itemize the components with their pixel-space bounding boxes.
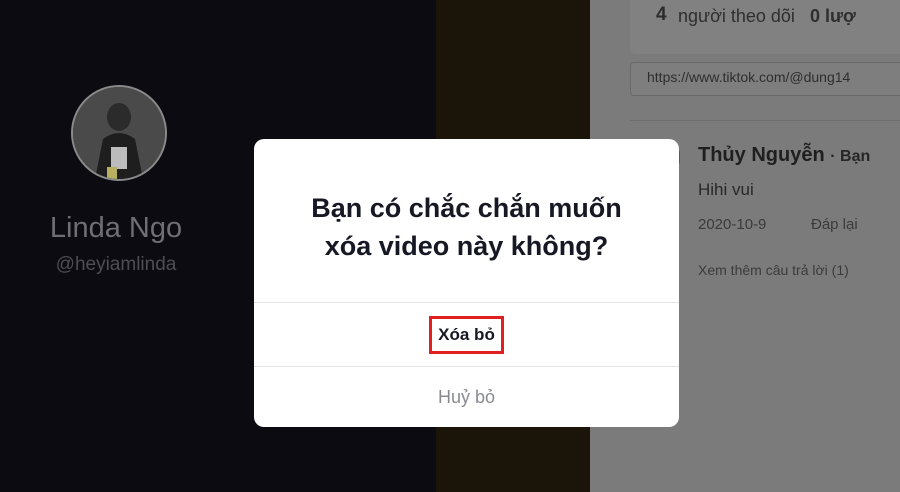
profile-name: Linda Ngo [49, 212, 183, 244]
dialog-title-line1: Bạn có chắc chắn muốn [311, 193, 622, 223]
avatar-image [73, 87, 165, 179]
delete-button[interactable]: Xóa bỏ [254, 303, 679, 366]
comment-author-suffix: · Bạn [830, 148, 871, 165]
cancel-button[interactable]: Huỷ bỏ [254, 367, 679, 427]
followers-count: 4 [656, 4, 667, 25]
followers-label: người theo dõi 0 lượ [678, 6, 856, 26]
dialog-title-line2: xóa video này không? [324, 231, 609, 261]
view-more-replies-link[interactable]: Xem thêm câu trả lời (1) [698, 262, 849, 278]
profile-handle: @heyiamlinda [55, 254, 177, 275]
avatar[interactable] [71, 85, 167, 181]
delete-button-label: Xóa bỏ [429, 315, 504, 354]
share-url-text: https://www.tiktok.com/@dung14 [647, 69, 851, 85]
likes-count: 0 lượ [809, 6, 856, 26]
reply-button[interactable]: Đáp lại [811, 216, 858, 233]
delete-confirm-dialog: Bạn có chắc chắn muốn xóa video này khôn… [254, 139, 679, 427]
comment-date: 2020-10-9 [698, 216, 767, 233]
comment-author[interactable]: Thủy Nguyễn · Bạn [698, 144, 870, 167]
dialog-title: Bạn có chắc chắn muốn xóa video này khôn… [254, 189, 679, 265]
divider [630, 120, 900, 121]
comment-text: Hihi vui [698, 180, 754, 199]
share-url-field[interactable]: https://www.tiktok.com/@dung14 [630, 62, 900, 96]
stats-card: 4 người theo dõi 0 lượ [630, 0, 900, 54]
